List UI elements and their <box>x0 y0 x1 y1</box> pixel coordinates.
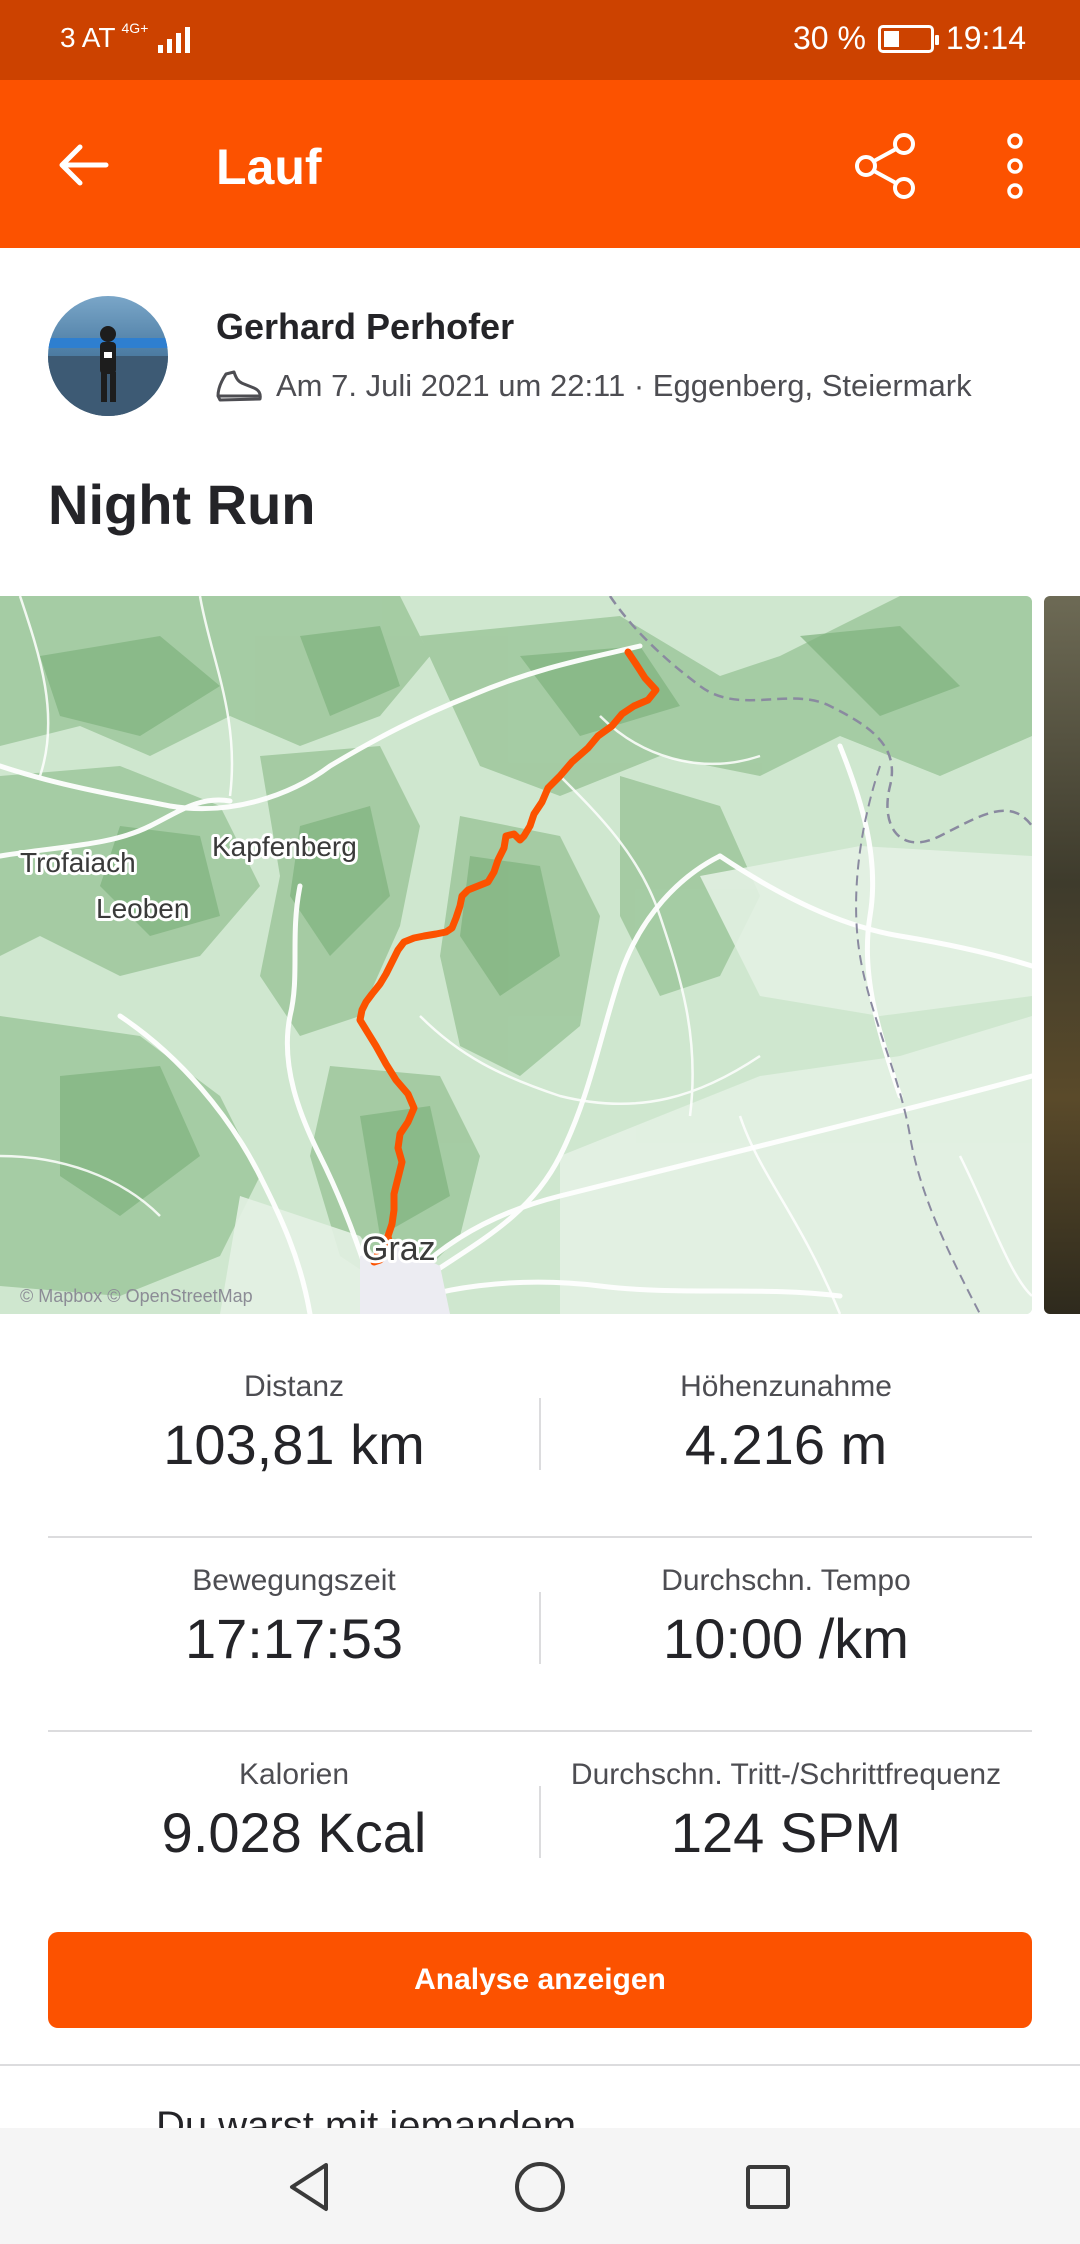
athlete-name[interactable]: Gerhard Perhofer <box>216 306 514 348</box>
stat-value: 17:17:53 <box>185 1607 403 1670</box>
stat-label: Bewegungszeit <box>192 1564 396 1597</box>
map-label-trofaiach: Trofaiach <box>20 847 136 878</box>
stat-label: Kalorien <box>238 1758 350 1791</box>
stats-row: Distanz 103,81 km Höhenzunahme 4.216 m <box>48 1344 1032 1538</box>
arrow-left-icon <box>59 144 109 186</box>
status-bar: 3 AT 4G+ 30 % 19:14 <box>0 0 1080 80</box>
stats-row: Bewegungszeit 17:17:53 Durchschn. Tempo … <box>48 1538 1032 1732</box>
battery-percent: 30 % <box>792 20 866 56</box>
battery-icon <box>877 24 939 53</box>
kebab-menu-icon <box>1007 133 1023 199</box>
network-type-label: 4G+ <box>121 20 149 36</box>
clock: 19:14 <box>945 20 1026 56</box>
next-media-thumbnail[interactable] <box>1044 596 1080 1314</box>
stat-value: 4.216 m <box>684 1413 888 1476</box>
avatar[interactable] <box>48 296 168 416</box>
stat-value: 103,81 km <box>163 1413 425 1476</box>
nav-recents-button[interactable] <box>728 2152 808 2222</box>
map-label-leoben: Leoben <box>96 893 189 924</box>
back-button[interactable] <box>48 130 118 200</box>
stat-label: Durchschn. Tritt-/Schrittfrequenz <box>570 1758 1002 1791</box>
map-label-kapfenberg: Kapfenberg <box>212 831 357 862</box>
page-title: Lauf <box>216 139 322 195</box>
carrier-label: 3 AT <box>60 22 116 53</box>
nav-back-button[interactable] <box>270 2152 350 2222</box>
map-label-graz: Graz <box>362 1230 436 1268</box>
activity-meta: Am 7. Juli 2021 um 22:11 · Eggenberg, St… <box>214 366 972 406</box>
system-navigation-bar <box>0 2128 1080 2244</box>
nav-home-button[interactable] <box>500 2152 580 2222</box>
share-button[interactable] <box>846 126 926 206</box>
stat-label: Durchschn. Tempo <box>661 1564 911 1597</box>
status-left: 3 AT 4G+ <box>60 20 191 54</box>
route-map[interactable]: Trofaiach Leoben Kapfenberg Graz © Mapbo… <box>0 596 1032 1314</box>
map-canvas: Trofaiach Leoben Kapfenberg Graz © Mapbo… <box>0 596 1032 1314</box>
square-recents-icon <box>746 2165 790 2209</box>
signal-strength-icon <box>158 23 191 53</box>
avatar-photo <box>48 326 168 416</box>
shoe-icon <box>216 370 262 402</box>
status-right: 30 % 19:14 <box>793 20 1026 57</box>
stat-avg-cadence: Durchschn. Tritt-/Schrittfrequenz 124 SP… <box>540 1732 1032 1865</box>
analyse-button[interactable]: Analyse anzeigen <box>48 1932 1032 2028</box>
stat-moving-time: Bewegungszeit 17:17:53 <box>48 1538 540 1671</box>
stat-value: 10:00 /km <box>663 1607 909 1670</box>
share-icon <box>855 133 915 199</box>
triangle-back-icon <box>290 2163 328 2211</box>
activity-date-location: Am 7. Juli 2021 um 22:11 · Eggenberg, St… <box>276 368 972 403</box>
stat-elevation-gain: Höhenzunahme 4.216 m <box>540 1344 1032 1477</box>
app-bar: Lauf <box>0 80 1080 248</box>
stat-value: 124 SPM <box>670 1801 902 1864</box>
activity-title: Night Run <box>48 473 316 536</box>
stat-distance: Distanz 103,81 km <box>48 1344 540 1477</box>
stats-grid: Distanz 103,81 km Höhenzunahme 4.216 m B… <box>48 1344 1032 1926</box>
stat-avg-pace: Durchschn. Tempo 10:00 /km <box>540 1538 1032 1671</box>
section-divider <box>0 2064 1080 2066</box>
circle-home-icon <box>515 2162 565 2212</box>
more-options-button[interactable] <box>985 126 1045 206</box>
stat-label: Höhenzunahme <box>680 1370 892 1403</box>
stats-row: Kalorien 9.028 Kcal Durchschn. Tritt-/Sc… <box>48 1732 1032 1926</box>
stat-calories: Kalorien 9.028 Kcal <box>48 1732 540 1865</box>
stat-label: Distanz <box>243 1370 345 1403</box>
map-attribution[interactable]: © Mapbox © OpenStreetMap <box>20 1286 253 1306</box>
stat-value: 9.028 Kcal <box>161 1801 427 1864</box>
